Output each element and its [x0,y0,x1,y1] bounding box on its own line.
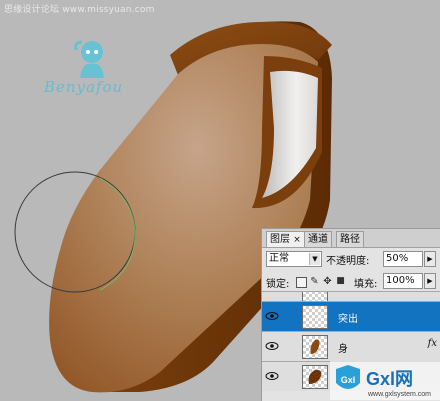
lock-label: 锁定: [266,279,290,290]
blend-mode-value: 正常 [269,253,289,264]
blend-mode-select[interactable]: 正常 ▼ [266,251,322,267]
lock-move-icon[interactable]: ✥ [323,277,332,287]
layer-thumbnail [302,365,328,389]
layer-name[interactable]: 身 [338,340,348,355]
tab-layers-label: 图层 [270,234,290,245]
gxl-logo: Gxl Gxl网 www.gxlsystem.com [330,361,440,400]
eye-icon[interactable] [265,311,279,321]
opacity-label: 不透明度: [326,256,370,267]
opacity-input[interactable]: 50% [383,251,423,267]
layer-thumbnail [302,305,328,329]
layer-thumbnail [302,335,328,359]
eye-icon[interactable] [265,341,279,351]
panel-tabs: 图层 × 通道 路径 [262,229,440,248]
body-shape-thumb-icon [310,339,320,354]
gxl-logo-mark: Gxl [341,375,356,385]
signature-watermark: Benyafou [44,78,124,96]
layer-row[interactable]: 身 fx [262,331,440,361]
layer-row-active[interactable]: 突出 [262,301,440,331]
gxl-logo-text: Gxl网 [366,369,413,389]
layer-name[interactable]: 突出 [338,310,358,325]
fill-slider-button[interactable]: ▶ [424,273,436,289]
lock-all-icon[interactable]: ■ [336,277,345,286]
lock-transparency-icon[interactable] [296,277,307,288]
close-icon[interactable]: × [293,235,301,245]
tab-paths-label: 路径 [340,234,360,245]
tab-layers[interactable]: 图层 × [266,231,305,247]
fill-label: 填充: [354,279,378,290]
gxl-logo-url: www.gxlsystem.com [367,391,431,398]
eye-icon[interactable] [265,371,279,381]
site-watermark-text: 思缘设计论坛 www.missyuan.com [4,5,155,15]
layer-row[interactable] [262,291,440,301]
cartoon-avatar-icon [74,40,104,78]
fill-input[interactable]: 100% [383,273,423,289]
opacity-slider-button[interactable]: ▶ [424,251,436,267]
lock-brush-icon[interactable]: ✎ [310,277,319,287]
tab-channels[interactable]: 通道 [304,231,332,247]
tab-channels-label: 通道 [308,234,328,245]
body-shape-thumb-icon [308,369,322,384]
chevron-down-icon: ▼ [309,253,320,265]
fx-icon[interactable]: fx [428,338,437,349]
layer-thumbnail [302,292,328,301]
tab-paths[interactable]: 路径 [336,231,364,247]
